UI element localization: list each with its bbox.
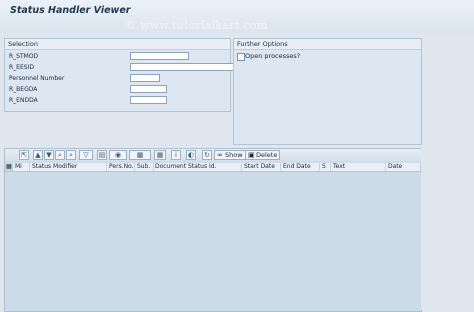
result-grid: ⇱ ▲ ▼ ⌕ ⌕ ▽ ▤ ◉ ▦ ▦ i ◐ ↻ ∞ Show ▣ Delet… (4, 148, 422, 312)
layout-icon[interactable]: ▦ (154, 150, 166, 160)
column-header-status-modifier[interactable]: Status Modifier (31, 163, 107, 171)
sort-ascending-icon[interactable]: ▲ (33, 150, 43, 160)
field-label-r-eesid: R_EESID (9, 64, 34, 71)
grid-body (5, 172, 421, 310)
info-icon[interactable]: i (171, 150, 181, 160)
field-label-r-endda: R_ENDDA (9, 97, 38, 104)
r-begda-input[interactable] (130, 85, 167, 93)
right-blank-area (421, 148, 470, 310)
page-title: Status Handler Viewer (10, 5, 131, 16)
field-row-r-eesid: R_EESID (9, 63, 239, 72)
column-header-end-date[interactable]: End Date (282, 163, 320, 171)
field-row-personnel-number: Personnel Number (9, 74, 229, 83)
filter-icon[interactable]: ▽ (79, 150, 93, 160)
show-button[interactable]: ∞ Show (214, 150, 246, 160)
trash-icon: ▣ (248, 151, 255, 159)
sort-descending-icon[interactable]: ▼ (44, 150, 54, 160)
field-row-r-endda: R_ENDDA (9, 96, 229, 105)
column-header-pers-no[interactable]: Pers.No. (108, 163, 135, 171)
r-endda-input[interactable] (130, 96, 167, 104)
print-icon[interactable]: ▤ (97, 150, 107, 160)
find-icon[interactable]: ⌕ (55, 150, 65, 160)
column-header-date[interactable]: Date (387, 163, 421, 171)
grid-toolbar: ⇱ ▲ ▼ ⌕ ⌕ ▽ ▤ ◉ ▦ ▦ i ◐ ↻ ∞ Show ▣ Delet… (5, 149, 421, 161)
export-icon[interactable]: ▦ (129, 150, 151, 160)
personnel-number-input[interactable] (130, 74, 160, 82)
details-icon[interactable]: ⇱ (19, 150, 29, 160)
column-header-sub[interactable]: Sub. (136, 163, 154, 171)
field-label-r-begda: R_BEGDA (9, 86, 38, 93)
r-eesid-input[interactable] (130, 63, 236, 71)
watermark: © www.tutorialkart.com (125, 19, 268, 32)
field-label-personnel-number: Personnel Number (9, 75, 65, 82)
r-stmod-input[interactable] (130, 52, 189, 60)
find-next-icon[interactable]: ⌕ (66, 150, 76, 160)
open-processes-checkbox[interactable] (237, 53, 245, 61)
show-button-label: Show (225, 151, 243, 159)
column-header-mi[interactable]: Mi (14, 163, 30, 171)
field-row-r-stmod: R_STMOD (9, 52, 229, 61)
field-row-r-begda: R_BEGDA (9, 85, 229, 94)
selection-group-title: Selection (5, 39, 230, 50)
refresh-icon[interactable]: ↻ (202, 150, 212, 160)
delete-button[interactable]: ▣ Delete (245, 150, 281, 160)
column-header-s[interactable]: S (321, 163, 331, 171)
column-header-document-status-id[interactable]: Document Status Id. (154, 163, 242, 171)
table-header: ▦ Mi Status Modifier Pers.No. Sub. Docum… (5, 163, 421, 172)
views-icon[interactable]: ◉ (109, 150, 127, 160)
graphic-icon[interactable]: ◐ (186, 150, 196, 160)
glasses-icon: ∞ (217, 151, 223, 159)
title-bar: Status Handler Viewer © www.tutorialkart… (0, 0, 474, 33)
further-options-title: Further Options (234, 39, 421, 50)
further-options-group: Further Options Open processes? (233, 38, 422, 145)
delete-button-label: Delete (256, 151, 278, 159)
open-processes-label: Open processes? (245, 52, 301, 60)
column-header-start-date[interactable]: Start Date (243, 163, 281, 171)
field-label-r-stmod: R_STMOD (9, 53, 39, 60)
select-all-icon[interactable]: ▦ (5, 163, 13, 171)
column-header-text[interactable]: Text (332, 163, 386, 171)
selection-group: Selection R_STMOD R_EESID Personnel Numb… (4, 38, 236, 112)
